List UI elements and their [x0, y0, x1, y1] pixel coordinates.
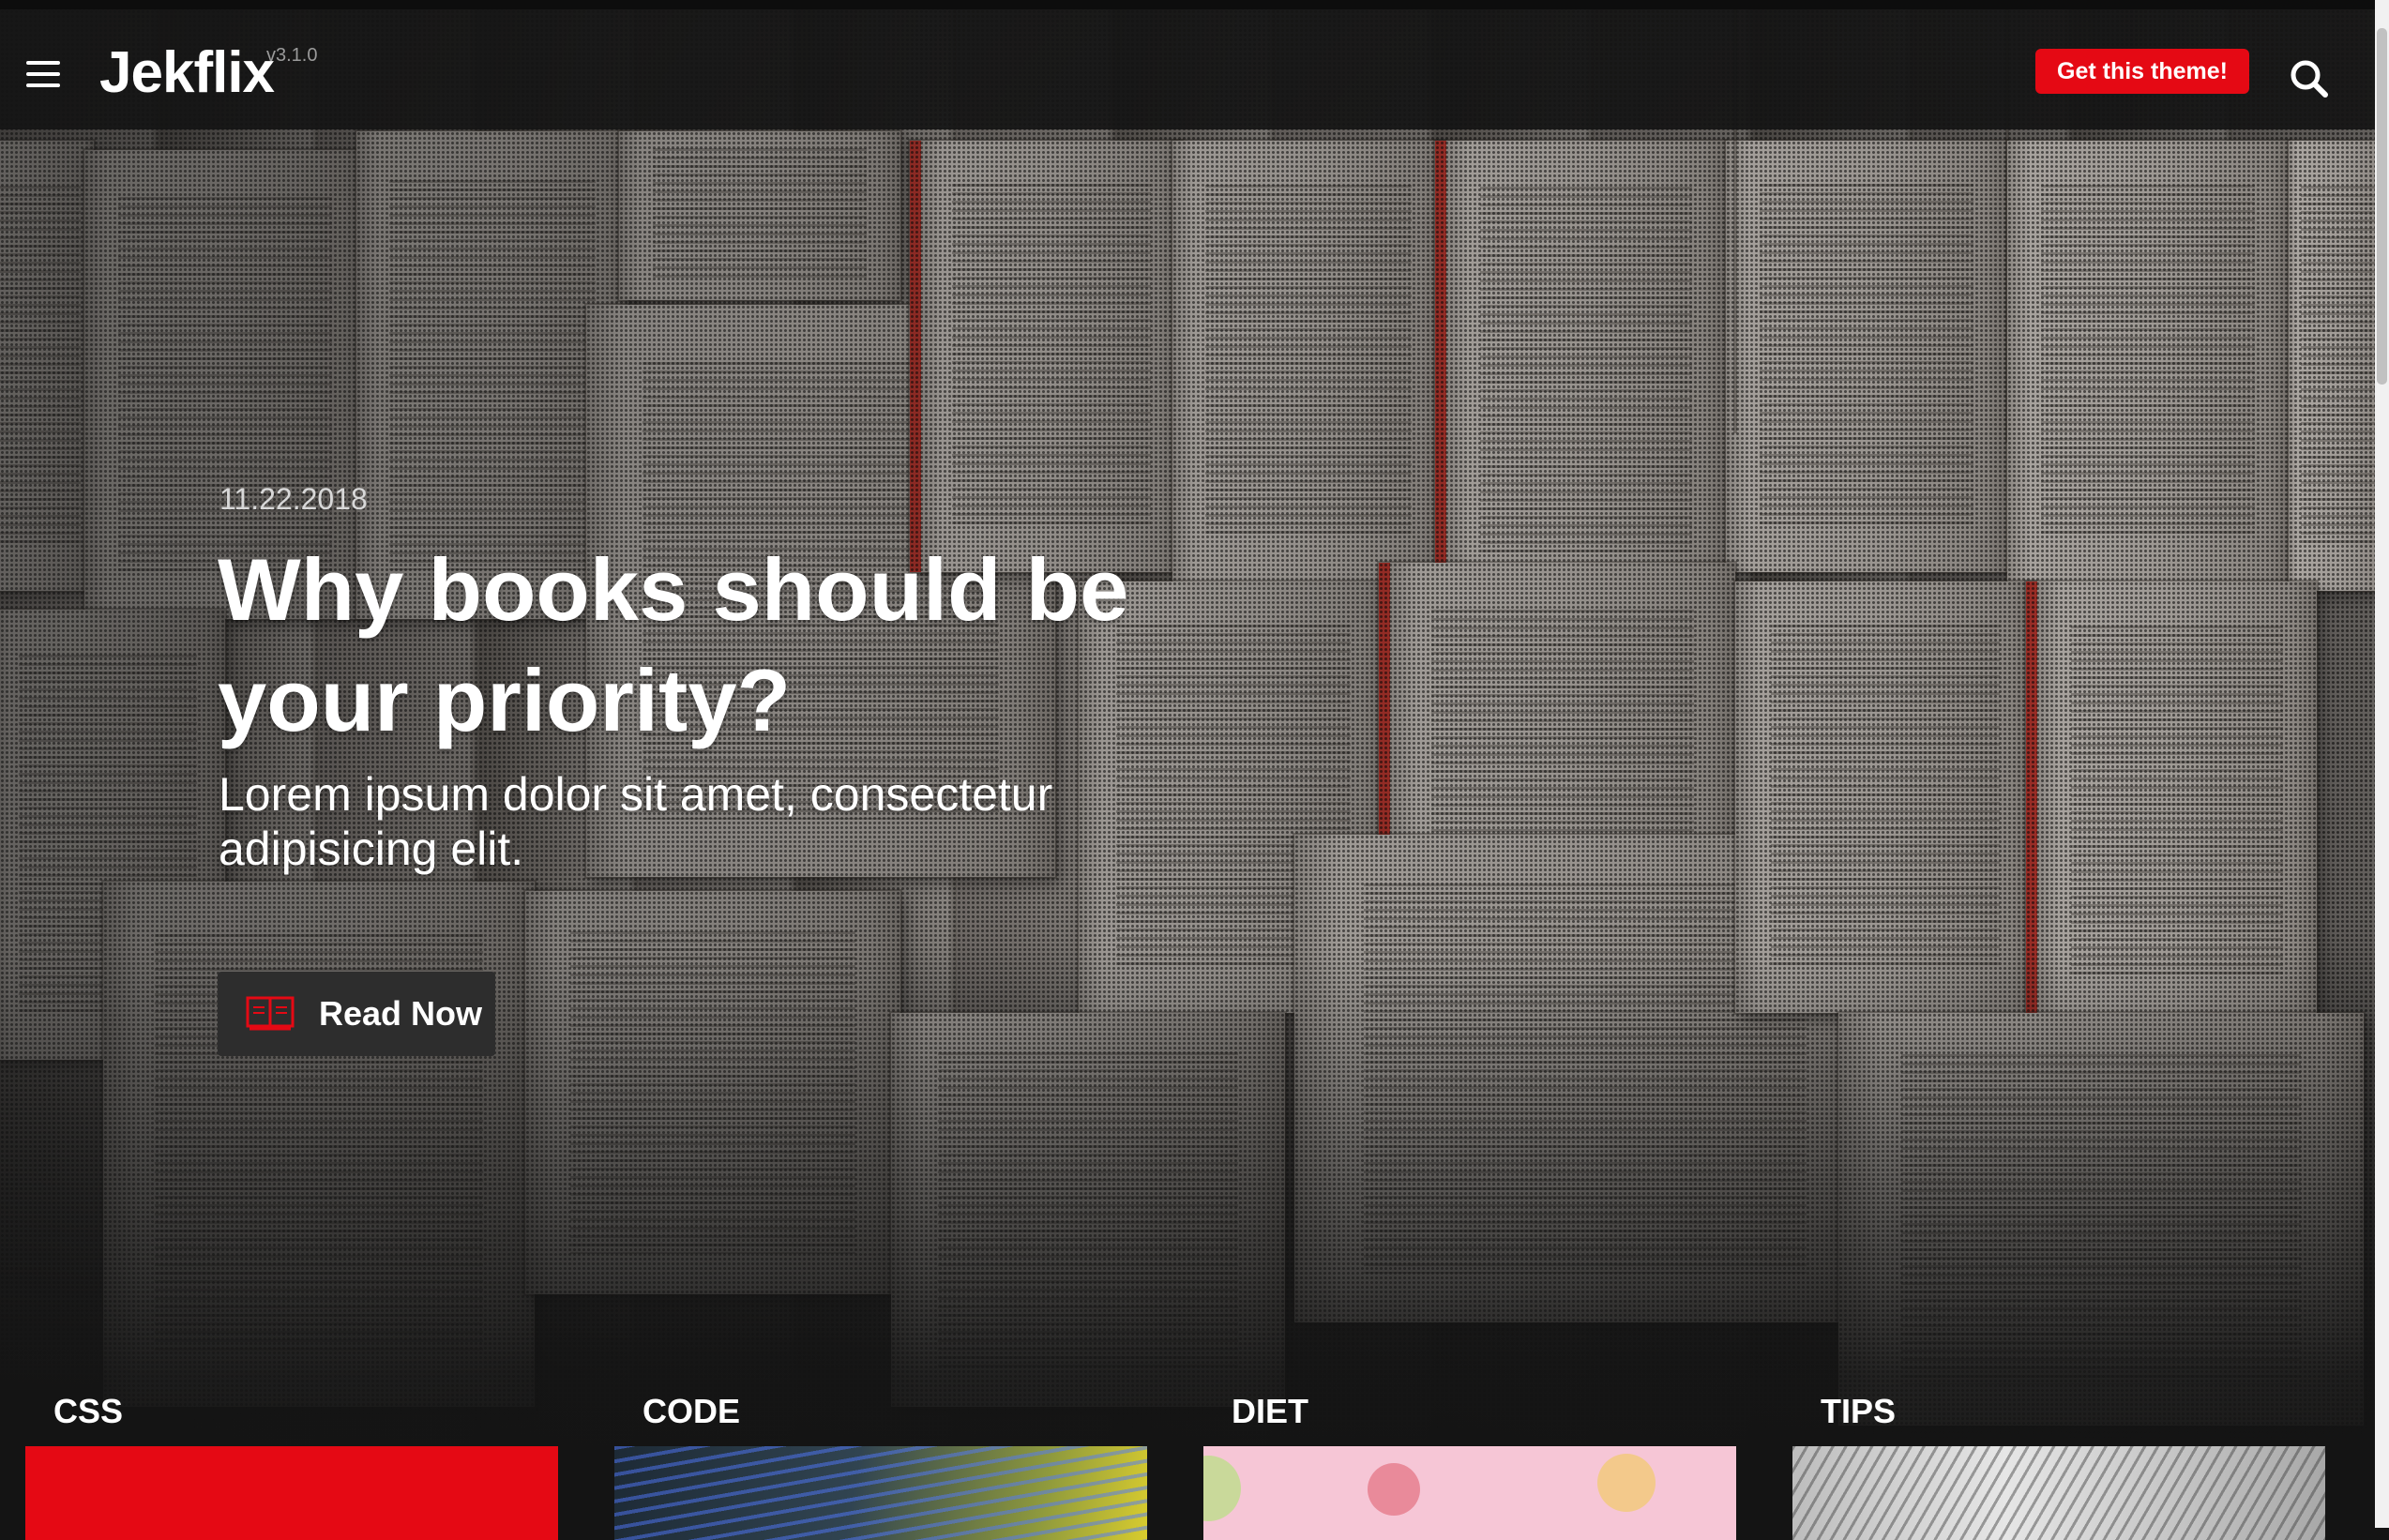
- category-label[interactable]: CODE: [643, 1392, 740, 1431]
- macaron-image: [1203, 1456, 1241, 1521]
- book-icon: [246, 996, 295, 1032]
- hero-background: [0, 0, 2375, 1528]
- read-now-label: Read Now: [319, 994, 483, 1033]
- post-description: Lorem ipsum dolor sit amet, consectetur …: [219, 768, 1053, 875]
- post-title[interactable]: Why books should be your priority?: [218, 535, 1156, 756]
- hamburger-menu-icon[interactable]: [26, 61, 60, 87]
- search-icon[interactable]: [2289, 58, 2330, 99]
- site-logo[interactable]: Jekflix: [99, 39, 275, 106]
- get-theme-button[interactable]: Get this theme!: [2035, 49, 2249, 94]
- category-label[interactable]: TIPS: [1821, 1392, 1896, 1431]
- category-thumbnail[interactable]: [25, 1446, 558, 1540]
- scrollbar-thumb[interactable]: [2377, 28, 2387, 385]
- hero-shade: [0, 0, 2375, 1528]
- version-label: v3.1.0: [266, 45, 318, 66]
- category-thumbnail[interactable]: [1792, 1446, 2325, 1540]
- category-thumbnail[interactable]: [614, 1446, 1147, 1540]
- read-now-button[interactable]: Read Now: [218, 972, 495, 1056]
- scrollbar[interactable]: [2375, 0, 2389, 1528]
- macaron-image: [1368, 1463, 1420, 1516]
- category-thumbnail[interactable]: [1203, 1446, 1736, 1540]
- category-label[interactable]: DIET: [1232, 1392, 1308, 1431]
- category-label[interactable]: CSS: [53, 1392, 123, 1431]
- macaron-image: [1597, 1454, 1656, 1512]
- post-date: 11.22.2018: [219, 482, 368, 516]
- site-header: Jekflix v3.1.0 Get this theme!: [0, 9, 2375, 129]
- top-strip: [0, 0, 2389, 9]
